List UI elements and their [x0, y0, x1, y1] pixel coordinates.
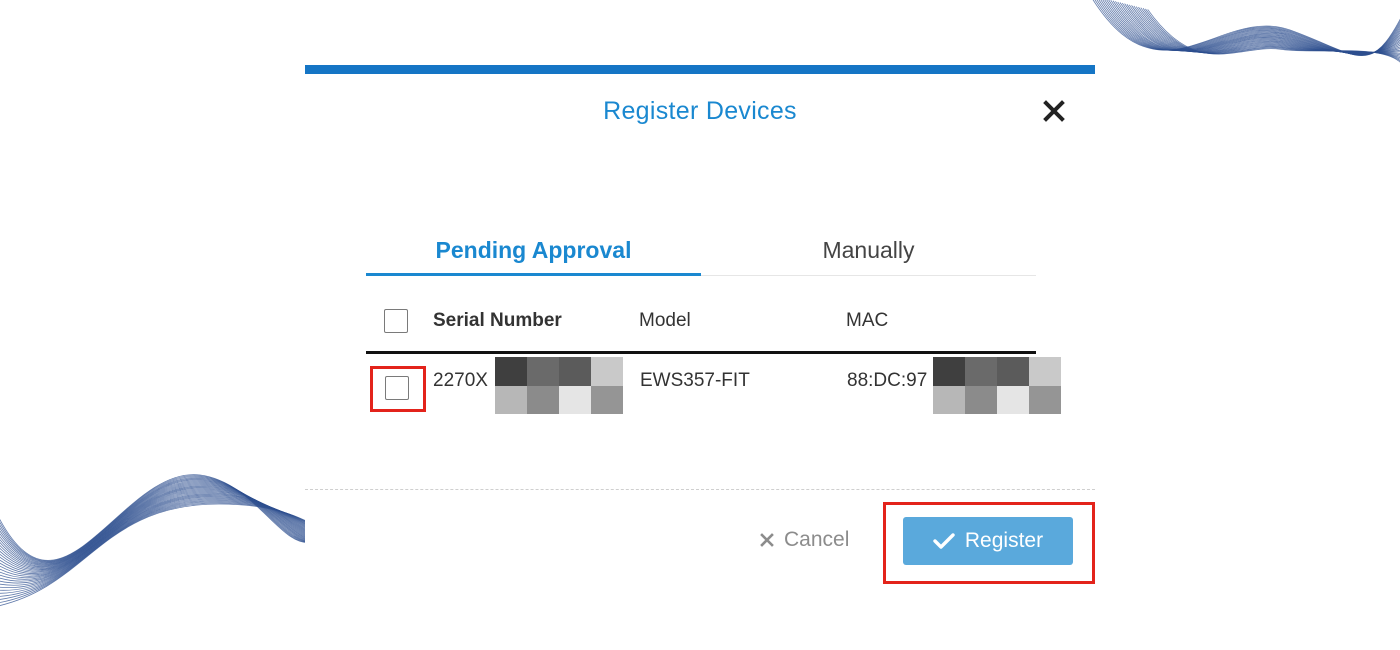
table-header: Serial Number Model MAC — [366, 300, 1036, 354]
tab-pending-approval[interactable]: Pending Approval — [366, 230, 701, 276]
redacted-serial-mosaic — [495, 357, 623, 414]
dialog-accent-bar — [305, 65, 1095, 74]
close-button[interactable] — [1040, 97, 1068, 125]
close-icon — [1043, 100, 1065, 122]
tab-manually[interactable]: Manually — [701, 230, 1036, 276]
register-devices-dialog: Register Devices Pending Approval Manual… — [305, 65, 1095, 605]
footer-divider — [305, 489, 1095, 490]
column-header-mac: MAC — [846, 310, 889, 331]
dialog-title: Register Devices — [603, 97, 797, 125]
highlight-box-checkbox — [370, 366, 426, 412]
devices-table: Serial Number Model MAC 2270X EWS357-FIT… — [366, 300, 1061, 416]
table-row[interactable]: 2270X EWS357-FIT 88:DC:97 — [366, 354, 1061, 416]
serial-number-cell: 2270X — [433, 370, 488, 391]
highlight-box-register — [883, 502, 1095, 584]
model-cell: EWS357-FIT — [640, 370, 750, 391]
select-all-checkbox[interactable] — [384, 309, 408, 333]
tab-bar: Pending Approval Manually — [366, 230, 1036, 276]
mac-cell: 88:DC:97 — [847, 370, 928, 391]
cancel-button[interactable]: Cancel — [760, 525, 849, 555]
close-icon — [760, 533, 774, 547]
column-header-serial: Serial Number — [433, 310, 562, 331]
decorative-wave-top-right — [1092, 0, 1400, 63]
column-header-model: Model — [639, 310, 691, 331]
redacted-mac-mosaic — [933, 357, 1061, 414]
cancel-label: Cancel — [784, 528, 850, 551]
